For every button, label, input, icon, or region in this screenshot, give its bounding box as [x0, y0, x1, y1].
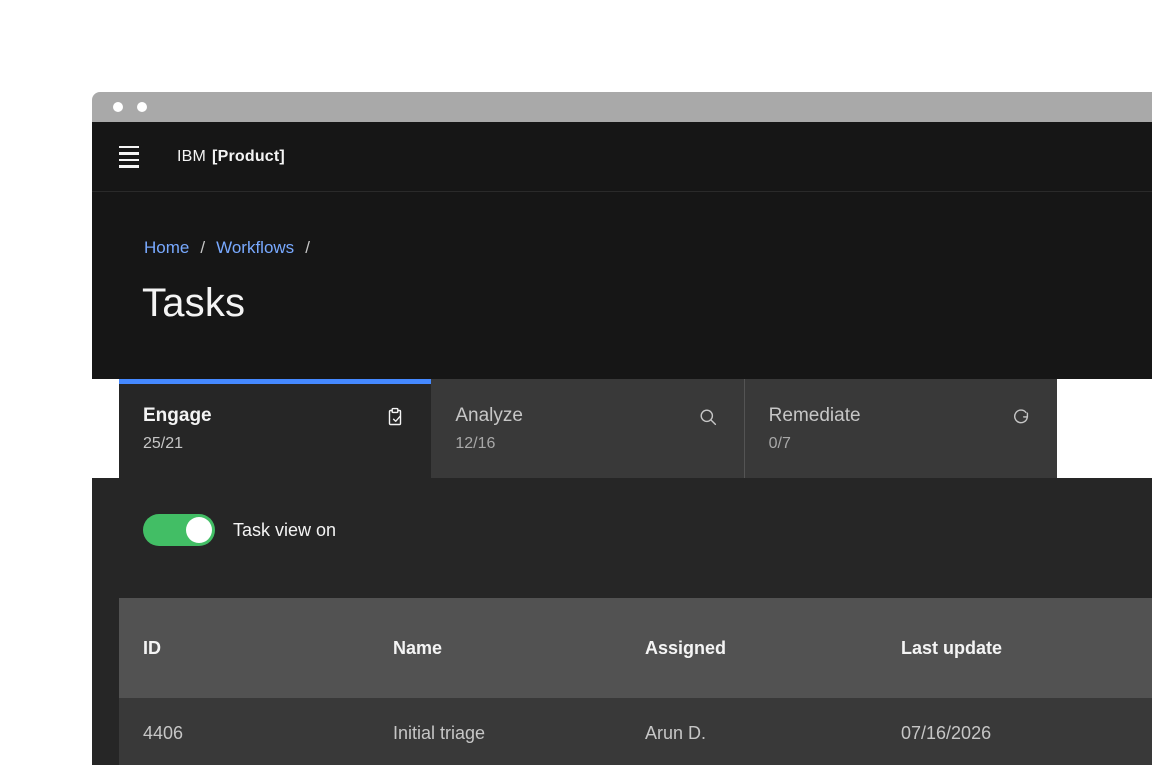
column-header-last-update[interactable]: Last update	[877, 638, 1152, 659]
column-header-id[interactable]: ID	[119, 638, 369, 659]
breadcrumb-separator: /	[305, 238, 310, 258]
column-header-assigned[interactable]: Assigned	[621, 638, 877, 659]
task-view-toggle-row: Task view on	[143, 514, 336, 546]
brand-ibm: IBM	[177, 148, 206, 166]
table-header-row: ID Name Assigned Last update	[119, 598, 1152, 698]
task-icon	[385, 407, 405, 427]
cell-id: 4406	[119, 723, 369, 744]
breadcrumb-workflows[interactable]: Workflows	[216, 238, 294, 258]
toggle-knob	[186, 517, 212, 543]
table-row[interactable]: 4406 Initial triage Arun D. 07/16/2026	[119, 698, 1152, 765]
app-window: IBM [Product] Home / Workflows / Tasks E…	[92, 92, 1152, 765]
cell-last-update: 07/16/2026	[877, 723, 1152, 744]
tab-remediate-label: Remediate	[769, 406, 861, 426]
tab-panel: Task view on ID Name Assigned Last updat…	[92, 478, 1152, 765]
tab-analyze-count: 12/16	[455, 435, 717, 453]
tab-analyze[interactable]: Analyze 12/16	[431, 379, 743, 478]
task-view-toggle-label: Task view on	[233, 520, 336, 541]
breadcrumb-separator: /	[200, 238, 205, 258]
tab-remediate[interactable]: Remediate 0/7	[744, 379, 1057, 478]
breadcrumb: Home / Workflows /	[144, 238, 1152, 258]
app-header: IBM [Product]	[92, 122, 1152, 192]
task-view-toggle[interactable]	[143, 514, 215, 546]
breadcrumb-home[interactable]: Home	[144, 238, 189, 258]
cell-name: Initial triage	[369, 723, 621, 744]
brand-product: [Product]	[212, 148, 285, 166]
brand: IBM [Product]	[177, 148, 285, 166]
tab-engage-count: 25/21	[143, 435, 405, 453]
cell-assigned: Arun D.	[621, 723, 877, 744]
window-titlebar	[92, 92, 1152, 122]
tasks-table: ID Name Assigned Last update 4406 Initia…	[119, 598, 1152, 765]
window-dot[interactable]	[113, 102, 123, 112]
renew-icon	[1011, 407, 1031, 427]
tab-bar: Engage 25/21 Analyze	[119, 379, 1057, 478]
page-hero: Home / Workflows / Tasks	[92, 192, 1152, 379]
tab-engage[interactable]: Engage 25/21	[119, 379, 431, 478]
column-header-name[interactable]: Name	[369, 638, 621, 659]
page-title: Tasks	[142, 281, 1152, 325]
search-icon	[698, 407, 718, 427]
tab-engage-label: Engage	[143, 406, 212, 426]
menu-hamburger-icon[interactable]	[119, 146, 139, 168]
tab-remediate-count: 0/7	[769, 435, 1031, 453]
tab-analyze-label: Analyze	[455, 406, 523, 426]
window-dot[interactable]	[137, 102, 147, 112]
